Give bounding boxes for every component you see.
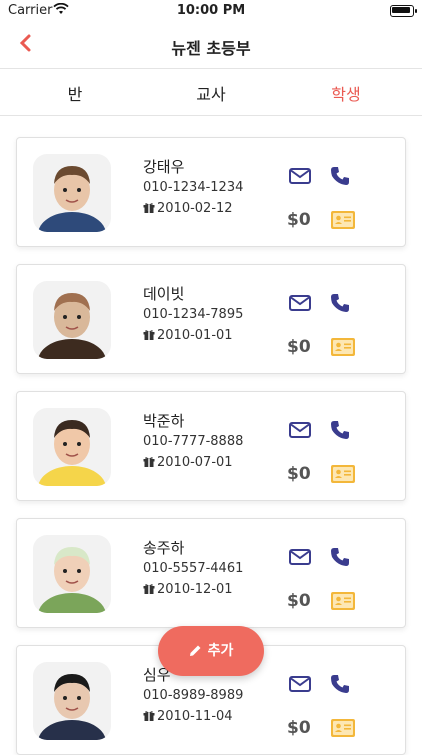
- id-card-icon[interactable]: [331, 719, 355, 741]
- gift-icon: [143, 202, 155, 213]
- envelope-icon[interactable]: [289, 168, 311, 188]
- birthday-value: 2010-07-01: [157, 455, 233, 470]
- page-title: 뉴젠 초등부: [171, 39, 251, 58]
- student-phone: 010-7777-8888: [143, 434, 244, 449]
- id-card-icon[interactable]: [331, 338, 355, 360]
- student-photo: [33, 154, 111, 232]
- student-birthday: 2010-02-12: [143, 201, 233, 216]
- student-card[interactable]: 박준하 010-7777-8888 2010-07-01 $0: [16, 391, 406, 501]
- navigation-bar: 뉴젠 초등부: [0, 22, 422, 69]
- student-name: 강태우: [143, 158, 185, 176]
- tab-class[interactable]: 반: [25, 81, 125, 105]
- student-phone: 010-5557-4461: [143, 561, 244, 576]
- student-card[interactable]: 송주하 010-5557-4461 2010-12-01 $0: [16, 518, 406, 628]
- gift-icon: [143, 710, 155, 721]
- student-name: 송주하: [143, 539, 185, 557]
- student-phone: 010-1234-1234: [143, 180, 244, 195]
- student-birthday: 2010-01-01: [143, 328, 233, 343]
- student-name: 박준하: [143, 412, 185, 430]
- balance-value: $0: [287, 591, 311, 611]
- envelope-icon[interactable]: [289, 422, 311, 442]
- student-photo: [33, 281, 111, 359]
- balance-value: $0: [287, 464, 311, 484]
- clock: 10:00 PM: [176, 3, 246, 18]
- student-photo: [33, 535, 111, 613]
- phone-icon[interactable]: [330, 293, 350, 317]
- student-birthday: 2010-12-01: [143, 582, 233, 597]
- student-birthday: 2010-11-04: [143, 709, 233, 724]
- birthday-value: 2010-12-01: [157, 582, 233, 597]
- id-card-icon[interactable]: [331, 465, 355, 487]
- student-photo: [33, 408, 111, 486]
- id-card-icon[interactable]: [331, 211, 355, 233]
- student-photo: [33, 662, 111, 740]
- phone-icon[interactable]: [330, 166, 350, 190]
- balance-value: $0: [287, 210, 311, 230]
- birthday-value: 2010-01-01: [157, 328, 233, 343]
- tab-bar: 반 교사 학생: [0, 69, 422, 116]
- birthday-value: 2010-11-04: [157, 709, 233, 724]
- battery-icon: [390, 5, 417, 17]
- student-card[interactable]: 데이빗 010-1234-7895 2010-01-01 $0: [16, 264, 406, 374]
- student-phone: 010-8989-8989: [143, 688, 244, 703]
- add-button-label: 추가: [207, 643, 234, 659]
- birthday-value: 2010-02-12: [157, 201, 233, 216]
- gift-icon: [143, 329, 155, 340]
- add-button[interactable]: 추가: [158, 626, 264, 676]
- tab-students[interactable]: 학생: [296, 81, 396, 105]
- envelope-icon[interactable]: [289, 676, 311, 696]
- balance-value: $0: [287, 718, 311, 738]
- phone-icon[interactable]: [330, 547, 350, 571]
- envelope-icon[interactable]: [289, 295, 311, 315]
- gift-icon: [143, 583, 155, 594]
- student-phone: 010-1234-7895: [143, 307, 244, 322]
- phone-icon[interactable]: [330, 420, 350, 444]
- student-name: 데이빗: [143, 285, 185, 303]
- pencil-icon: [189, 628, 202, 678]
- student-card[interactable]: 강태우 010-1234-1234 2010-02-12 $0: [16, 137, 406, 247]
- phone-icon[interactable]: [330, 674, 350, 698]
- envelope-icon[interactable]: [289, 549, 311, 569]
- tab-teachers[interactable]: 교사: [161, 81, 261, 105]
- id-card-icon[interactable]: [331, 592, 355, 614]
- balance-value: $0: [287, 337, 311, 357]
- student-birthday: 2010-07-01: [143, 455, 233, 470]
- status-bar: Carrier 10:00 PM: [0, 0, 422, 22]
- gift-icon: [143, 456, 155, 467]
